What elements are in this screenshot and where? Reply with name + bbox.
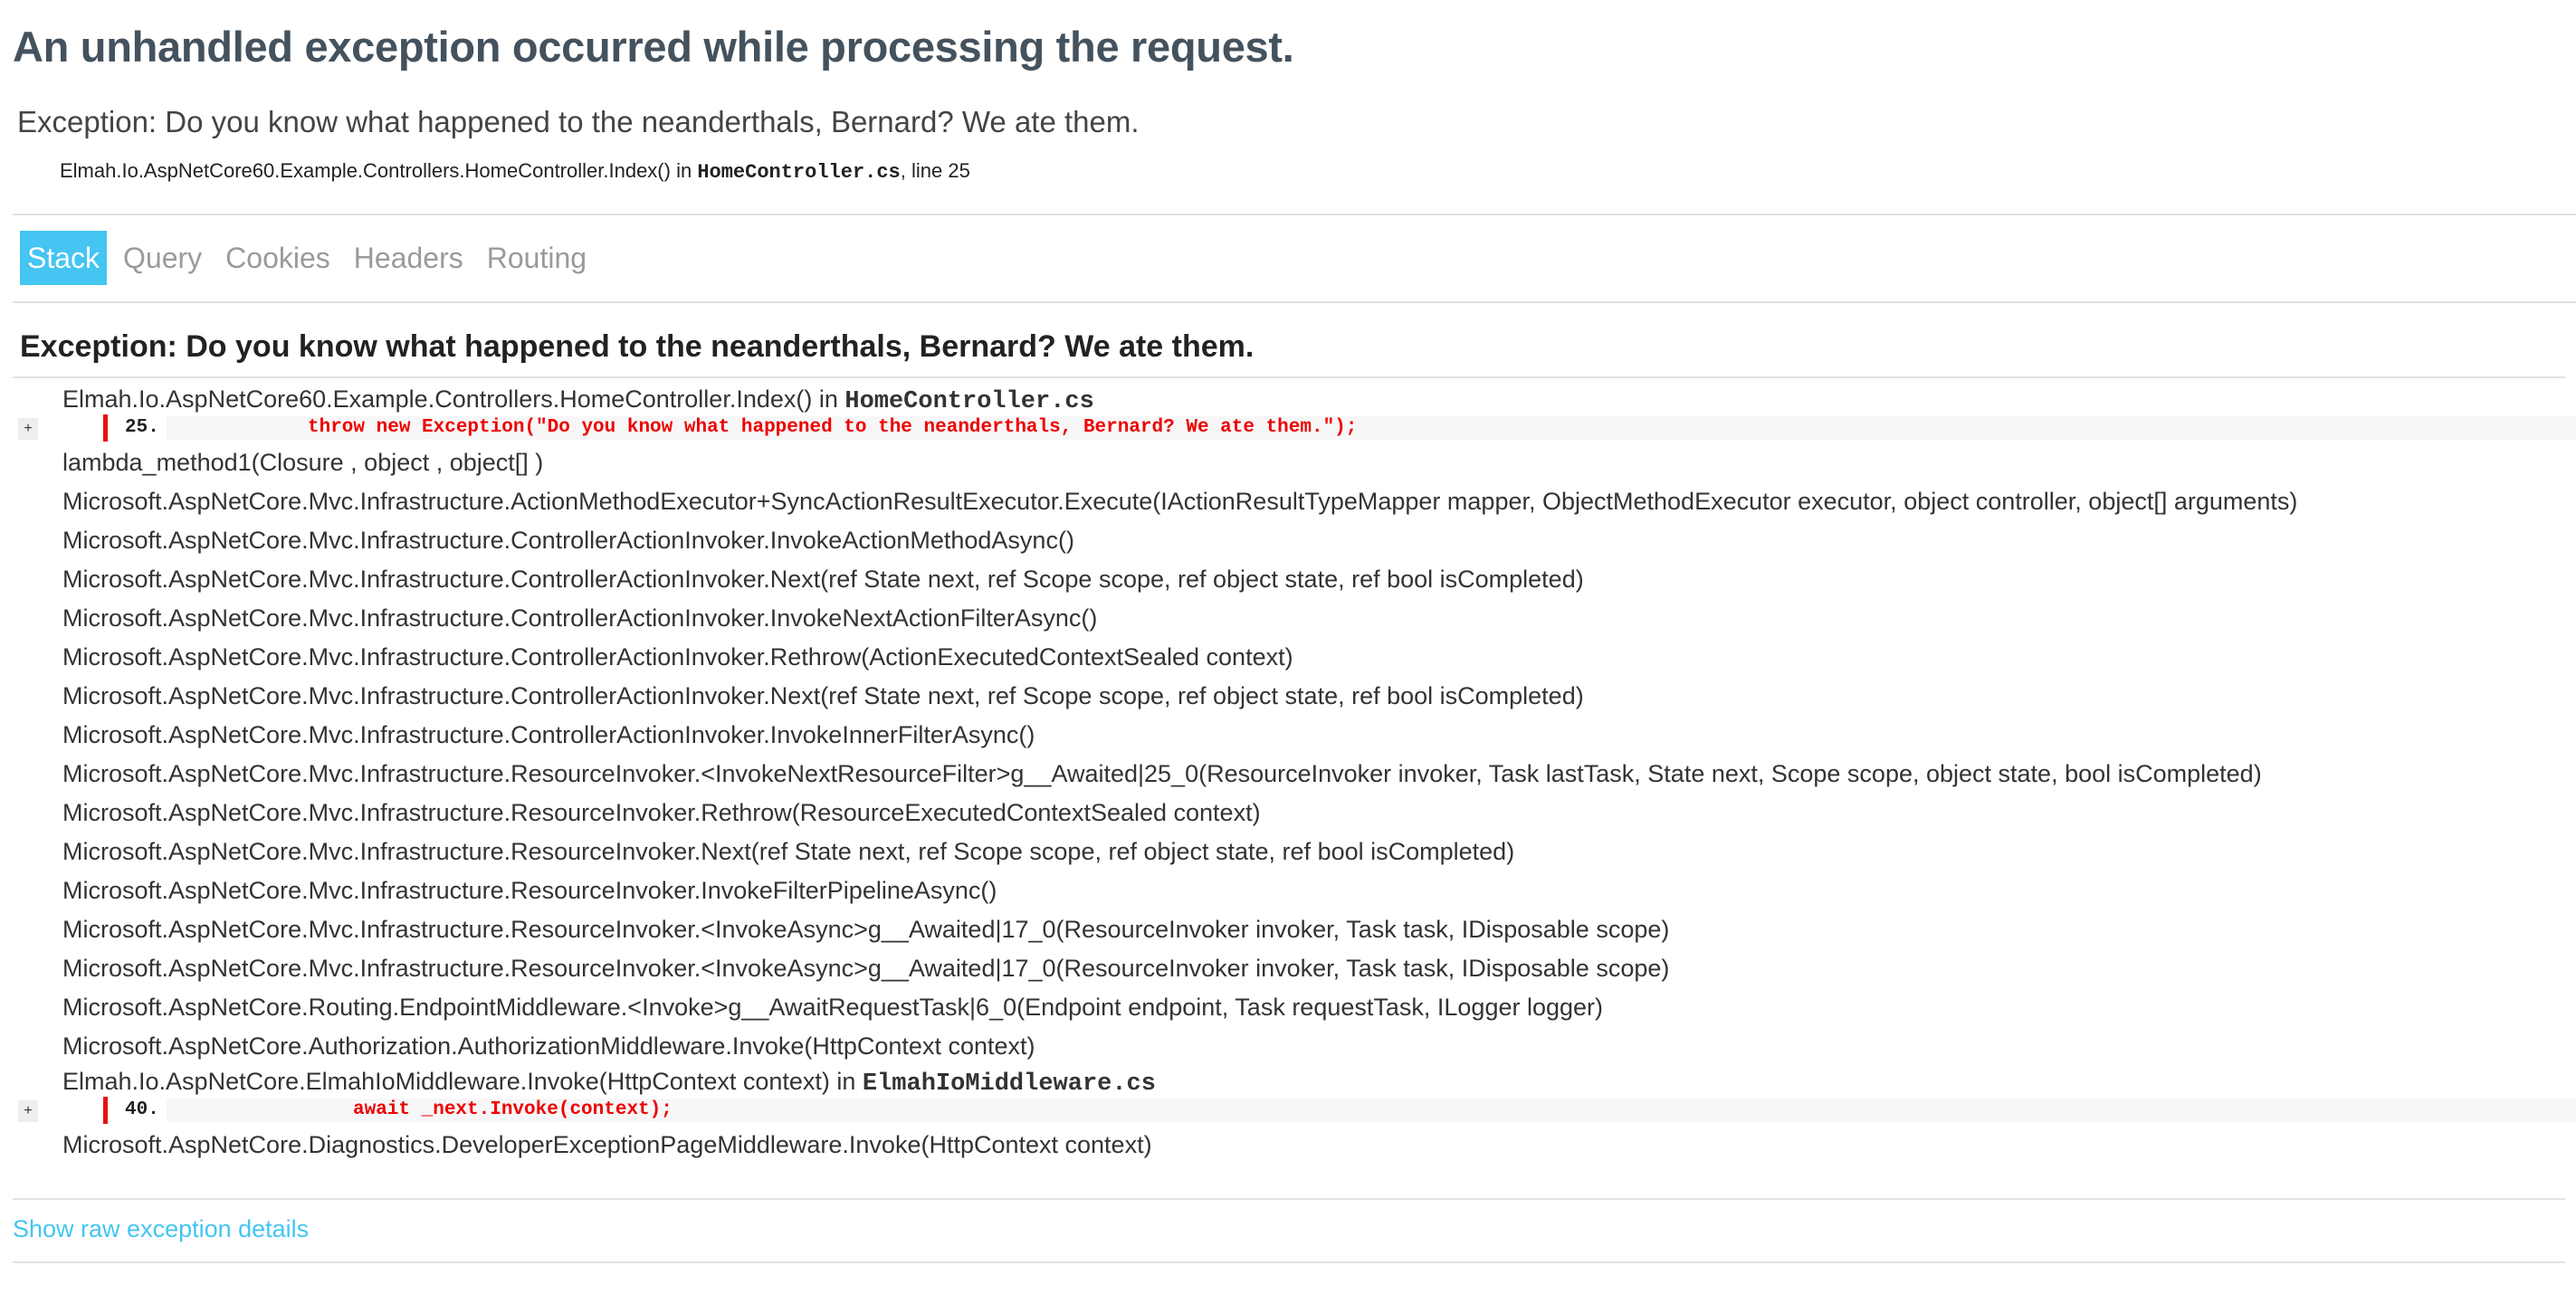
frame-method: Elmah.Io.AspNetCore60.Example.Controller… xyxy=(62,385,845,413)
source-code-line: await _next.Invoke(context); xyxy=(353,1099,673,1120)
divider xyxy=(13,1261,2565,1263)
stack-heading: Exception: Do you know what happened to … xyxy=(20,329,1255,364)
stack-frame: Microsoft.AspNetCore.Mvc.Infrastructure.… xyxy=(62,838,1515,865)
stack-frame: Microsoft.AspNetCore.Mvc.Infrastructure.… xyxy=(62,799,1261,826)
divider xyxy=(13,1198,2565,1200)
frame-file: HomeController.cs xyxy=(844,388,1094,415)
stack-frame: Microsoft.AspNetCore.Mvc.Infrastructure.… xyxy=(62,916,1670,943)
stack-frame: Elmah.Io.AspNetCore60.Example.Controller… xyxy=(13,384,2576,415)
stack-frames: Elmah.Io.AspNetCore60.Example.Controller… xyxy=(13,384,2576,1165)
stack-frame: Microsoft.AspNetCore.Mvc.Infrastructure.… xyxy=(62,955,1670,982)
line-number: 40. xyxy=(125,1099,159,1120)
tab-query[interactable]: Query xyxy=(116,231,209,285)
expand-button[interactable]: + xyxy=(18,1100,38,1122)
stack-frame: lambda_method1(Closure , object , object… xyxy=(62,449,544,476)
show-raw-exception-link[interactable]: Show raw exception details xyxy=(13,1215,309,1243)
source-code-line: throw new Exception("Do you know what ha… xyxy=(308,417,1358,438)
error-location: Elmah.Io.AspNetCore60.Example.Controller… xyxy=(60,159,970,184)
stack-frame: Microsoft.AspNetCore.Mvc.Infrastructure.… xyxy=(62,643,1293,671)
location-method: Elmah.Io.AspNetCore60.Example.Controller… xyxy=(60,159,698,182)
stack-frame: Microsoft.AspNetCore.Mvc.Infrastructure.… xyxy=(62,682,1584,709)
stack-frame: Microsoft.AspNetCore.Mvc.Infrastructure.… xyxy=(62,760,2262,787)
stack-frame: Microsoft.AspNetCore.Mvc.Infrastructure.… xyxy=(62,604,1098,632)
error-line-marker xyxy=(103,1097,108,1124)
location-line: , line 25 xyxy=(900,159,970,182)
tab-bar: Stack Query Cookies Headers Routing xyxy=(20,231,603,285)
stack-frame: Microsoft.AspNetCore.Routing.EndpointMid… xyxy=(62,994,1604,1021)
divider xyxy=(13,214,2576,215)
stack-frame: Elmah.Io.AspNetCore.ElmahIoMiddleware.In… xyxy=(13,1066,2576,1098)
divider xyxy=(13,301,2576,303)
source-code-row: + 25. throw new Exception("Do you know w… xyxy=(13,414,2576,442)
stack-frame: Microsoft.AspNetCore.Authorization.Autho… xyxy=(62,1032,1035,1060)
divider xyxy=(13,376,2565,378)
tab-headers[interactable]: Headers xyxy=(347,231,471,285)
stack-frame: Microsoft.AspNetCore.Mvc.Infrastructure.… xyxy=(62,566,1584,593)
page-title: An unhandled exception occurred while pr… xyxy=(13,23,1294,71)
tab-stack[interactable]: Stack xyxy=(20,231,108,285)
stack-frame: Microsoft.AspNetCore.Mvc.Infrastructure.… xyxy=(62,721,1035,748)
location-file: HomeController.cs xyxy=(697,161,901,184)
expand-button[interactable]: + xyxy=(18,418,38,440)
tab-cookies[interactable]: Cookies xyxy=(218,231,338,285)
line-number: 25. xyxy=(125,417,159,438)
stack-frame: Microsoft.AspNetCore.Mvc.Infrastructure.… xyxy=(62,488,2298,515)
frame-method: Elmah.Io.AspNetCore.ElmahIoMiddleware.In… xyxy=(62,1068,863,1095)
error-summary: Exception: Do you know what happened to … xyxy=(17,105,1140,138)
source-code-row: + 40. await _next.Invoke(context); xyxy=(13,1097,2576,1124)
error-line-marker xyxy=(103,414,108,442)
frame-file: ElmahIoMiddleware.cs xyxy=(862,1070,1156,1098)
tab-routing[interactable]: Routing xyxy=(480,231,594,285)
stack-frame: Microsoft.AspNetCore.Diagnostics.Develop… xyxy=(62,1131,1152,1158)
stack-frame: Microsoft.AspNetCore.Mvc.Infrastructure.… xyxy=(62,877,997,904)
stack-frame: Microsoft.AspNetCore.Mvc.Infrastructure.… xyxy=(62,527,1074,554)
